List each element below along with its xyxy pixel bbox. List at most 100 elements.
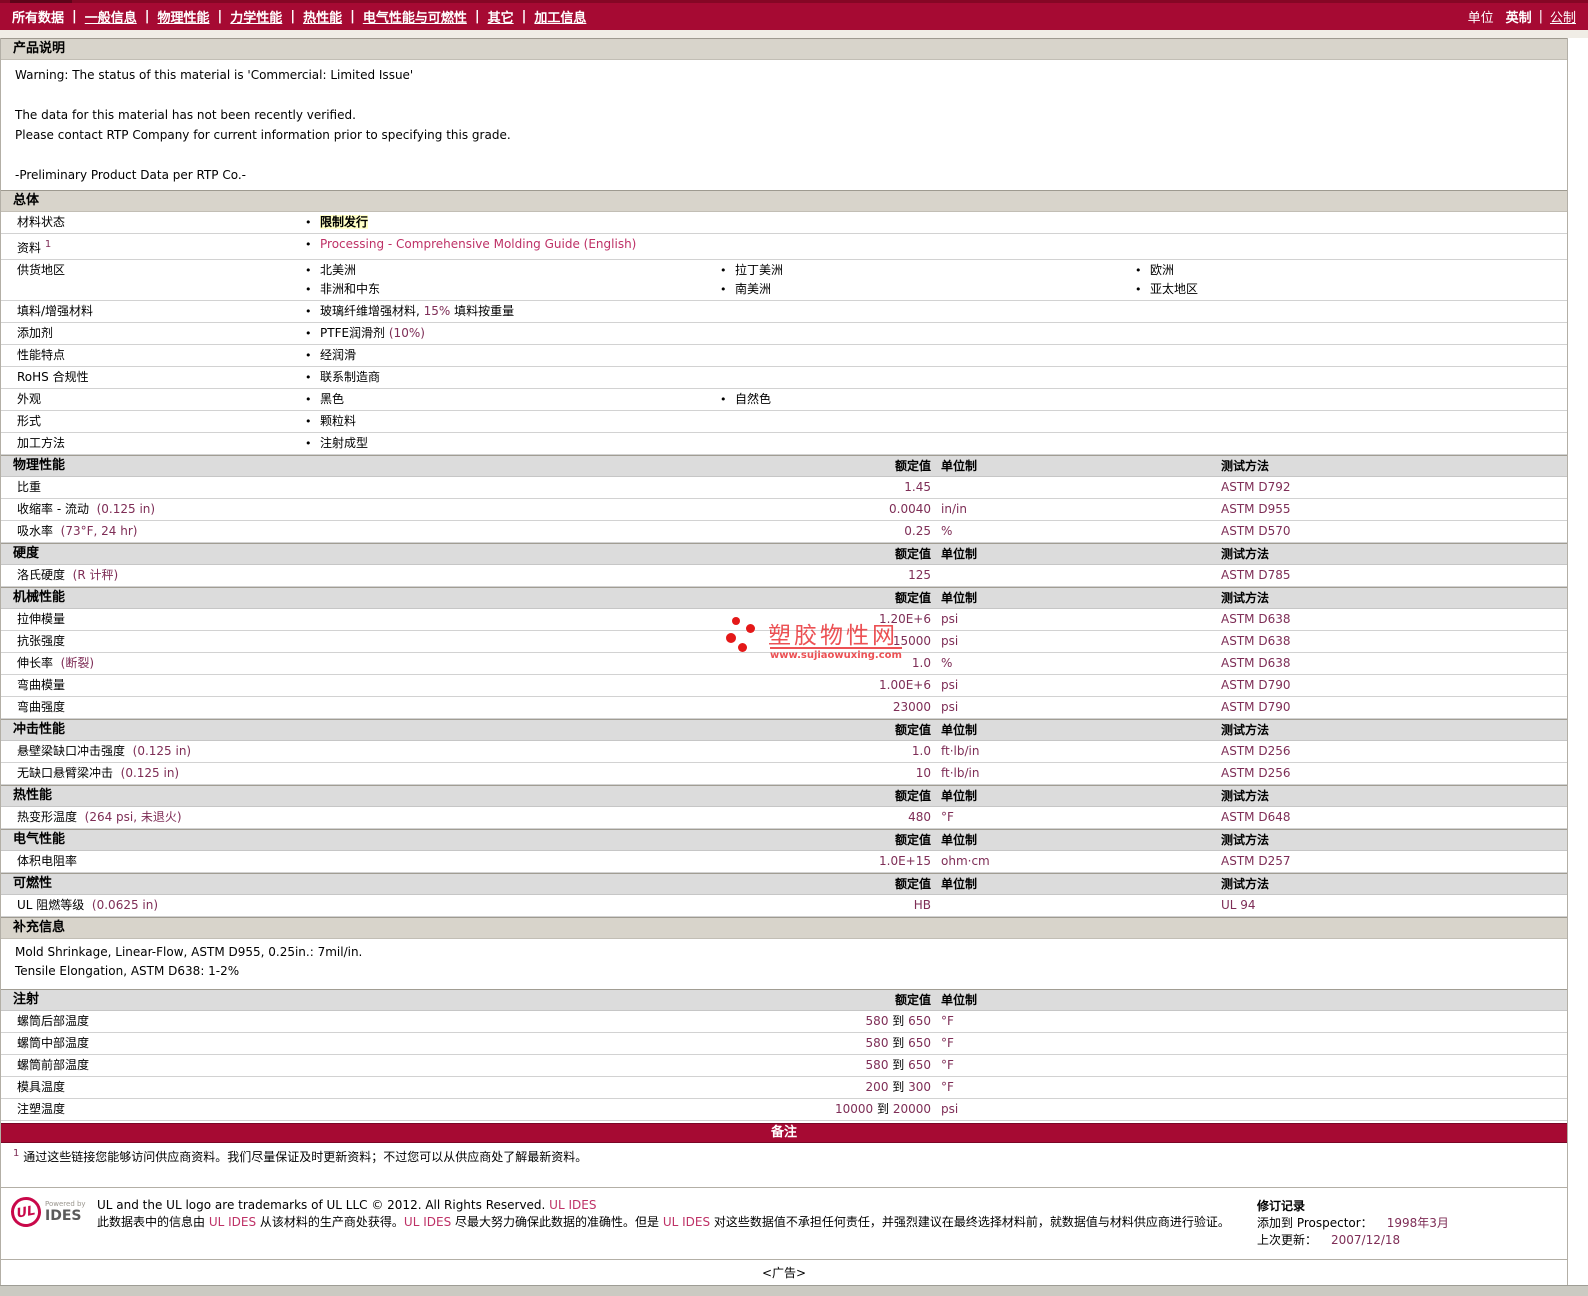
property-row: 无缺口悬臂梁冲击 (0.125 in) 10 ft·lb/in ASTM D256 <box>1 763 1567 785</box>
nav-separator: | <box>474 9 480 24</box>
property-name: 抗张强度 <box>17 634 66 648</box>
general-row-column: • Processing - Comprehensive Molding Guid… <box>305 235 1567 258</box>
nav-tab-electrical-flammability[interactable]: 电气性能与可燃性 <box>363 7 467 26</box>
bullet-text: 拉丁美洲 <box>735 261 783 280</box>
nav-separator: | <box>350 9 355 24</box>
footnote: 1 通过这些链接您能够访问供应商资料。我们尽量保证及时更新资料；不过您可以从供应… <box>1 1143 1567 1173</box>
bullet-item: • Processing - Comprehensive Molding Guid… <box>305 235 1567 254</box>
test-method <box>1221 1011 1567 1032</box>
general-section-header: 总体 <box>1 190 1567 212</box>
unit-metric-link[interactable]: 公制 <box>1550 7 1576 26</box>
nav-tab-mechanical-properties[interactable]: 力学性能 <box>230 7 282 26</box>
bullet-icon: • <box>305 393 312 406</box>
bullet-text: 限制发行 <box>320 213 369 232</box>
general-row: 资料 1 • Processing - Comprehensive Molding … <box>1 234 1567 260</box>
nav-tab-thermal-properties[interactable]: 热性能 <box>303 7 342 26</box>
property-row: 比重 1.45 ASTM D792 <box>1 477 1567 499</box>
property-unit: °F <box>941 1080 954 1094</box>
column-header-value: 额定值 <box>894 833 931 847</box>
column-header-value: 额定值 <box>894 993 931 1007</box>
property-row: 弯曲强度 23000 psi ASTM D790 <box>1 697 1567 719</box>
inline-link[interactable]: UL IDES <box>549 1198 596 1212</box>
property-name: 悬壁梁缺口冲击强度 (0.125 in) <box>17 744 192 758</box>
nav-tab-physical-properties[interactable]: 物理性能 <box>158 7 210 26</box>
injection-row: 螺筒中部温度 580 到 650 °F <box>1 1033 1567 1055</box>
description-line: -Preliminary Product Data per RTP Co.- <box>15 168 246 182</box>
column-header-value: 额定值 <box>894 547 931 561</box>
inline-link[interactable]: UL IDES <box>663 1215 710 1229</box>
column-header-method: 测试方法 <box>1221 877 1270 891</box>
revision-value: 2007/12/18 <box>1331 1233 1401 1247</box>
column-header-unit: 单位制 <box>941 459 978 473</box>
general-row-label: 加工方法 <box>17 436 66 450</box>
property-name: 比重 <box>17 480 42 494</box>
inline-link[interactable]: UL IDES <box>404 1215 451 1229</box>
bullet-item: • 非洲和中东 <box>305 280 720 299</box>
ul-logo-icon: UL <box>8 1194 44 1230</box>
column-header-value: 额定值 <box>894 789 931 803</box>
footnote-marker: 1 <box>13 1148 20 1159</box>
property-unit: % <box>941 656 953 670</box>
supplemental-header: 补充信息 <box>1 917 1567 939</box>
test-method: ASTM D648 <box>1221 810 1291 824</box>
bullet-text: 欧洲 <box>1150 261 1174 280</box>
bullet-text: 经润滑 <box>320 346 356 365</box>
text-segment: 拉丁美洲 <box>735 263 784 277</box>
active-tab-notch <box>10 0 72 3</box>
column-header-unit: 单位制 <box>941 833 978 847</box>
range-word: 到 <box>888 1080 909 1094</box>
bullet-item: • 欧洲 <box>1135 261 1567 280</box>
nav-tab-all-data[interactable]: 所有数据 <box>12 7 64 26</box>
nav-tab-processing-info[interactable]: 加工信息 <box>534 7 586 26</box>
range-from: 10000 <box>834 1102 874 1116</box>
bullet-item: • 亚太地区 <box>1135 280 1567 299</box>
column-header-method: 测试方法 <box>1221 547 1270 561</box>
text-segment: PTFE润滑剂 <box>320 326 389 340</box>
property-condition: (断裂) <box>56 656 95 670</box>
revision-rows: 添加到 Prospector： 1998年3月 上次更新： 2007/12/18 <box>1257 1215 1557 1249</box>
inline-link[interactable]: UL IDES <box>209 1215 256 1229</box>
range-from: 200 <box>865 1080 889 1094</box>
range-to: 650 <box>908 1058 931 1072</box>
column-header-method: 测试方法 <box>1221 833 1270 847</box>
general-row-label: 供货地区 <box>17 263 66 277</box>
general-row-column: • 北美洲 • 非洲和中东 <box>305 261 720 299</box>
general-row-column: • 玻璃纤维增强材料, 15% 填料按重量 <box>305 302 1567 321</box>
range-word: 到 <box>873 1102 893 1116</box>
general-row-column: • 注射成型 <box>305 434 1567 453</box>
property-name: 模具温度 <box>17 1080 66 1094</box>
property-value-range: 10000 到 20000 <box>691 1099 931 1120</box>
bullet-icon: • <box>720 264 727 277</box>
property-row: 体积电阻率 1.0E+15 ohm·cm ASTM D257 <box>1 851 1567 873</box>
section-title: 物理性能 <box>13 458 66 473</box>
nav-tabs: 所有数据 | 一般信息 | 物理性能 | 力学性能 | 热性能 | 电气性能与可燃性 | 其它 | 加工信息 <box>12 7 586 26</box>
property-unit: ft·lb/in <box>941 766 980 780</box>
nav-tab-other[interactable]: 其它 <box>488 7 514 26</box>
property-value: 480 <box>908 810 931 824</box>
range-to: 300 <box>908 1080 931 1094</box>
supplemental-body: Mold Shrinkage, Linear-Flow, ASTM D955, … <box>1 939 1567 989</box>
column-header-unit: 单位制 <box>941 591 978 605</box>
nav-tab-general-info[interactable]: 一般信息 <box>85 7 137 26</box>
section-header-row: 可燃性 额定值 单位制 测试方法 <box>1 873 1567 895</box>
supplemental-line: Mold Shrinkage, Linear-Flow, ASTM D955, … <box>15 945 363 959</box>
column-header-method: 测试方法 <box>1221 591 1270 605</box>
general-row-column: • 限制发行 <box>305 213 1567 232</box>
property-sections: 物理性能 额定值 单位制 测试方法 比重 1.45 ASTM D792 收缩率 - 流动 (… <box>1 455 1567 917</box>
description-line: The data for this material has not been … <box>15 108 356 122</box>
section-header-row: 冲击性能 额定值 单位制 测试方法 <box>1 719 1567 741</box>
bullet-text: 北美洲 <box>320 261 356 280</box>
property-name: 注塑温度 <box>17 1102 66 1116</box>
property-value-range: 580 到 650 <box>691 1055 931 1076</box>
text-segment: 经润滑 <box>320 348 357 362</box>
section-title: 电气性能 <box>13 832 66 847</box>
general-row-column: • 经润滑 <box>305 346 1567 365</box>
property-unit: in/in <box>941 502 967 516</box>
unit-imperial-toggle[interactable]: 英制 <box>1506 7 1532 26</box>
inline-link[interactable]: Processing - Comprehensive Molding Guide… <box>320 237 636 251</box>
general-section-rows: 材料状态 • 限制发行 资料 1 • Processing - Comprehensiv… <box>1 212 1567 455</box>
text-segment: 玻璃纤维增强材料, <box>320 304 424 318</box>
bullet-text: PTFE润滑剂 (10%) <box>320 324 425 343</box>
property-value: 1.00E+6 <box>879 678 931 692</box>
section-header-row: 硬度 额定值 单位制 测试方法 <box>1 543 1567 565</box>
